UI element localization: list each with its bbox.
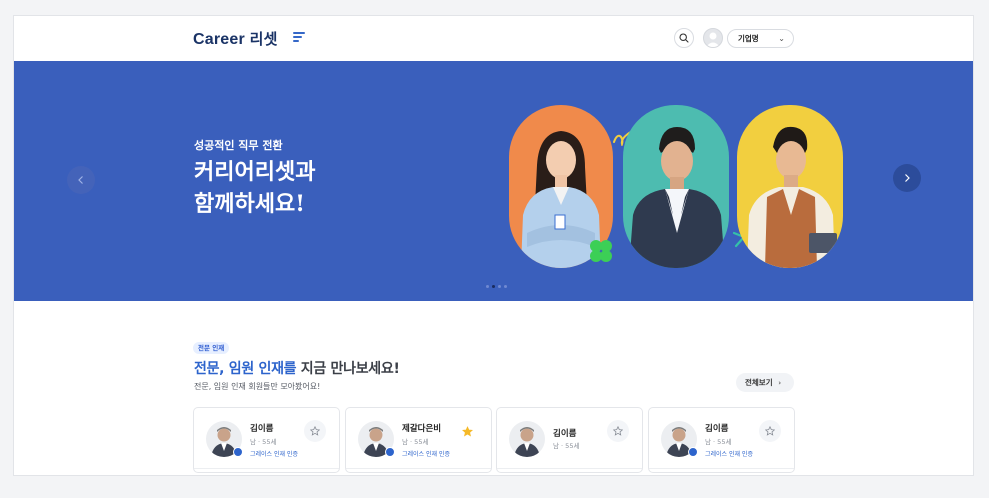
carousel-dot-2[interactable] — [492, 285, 495, 288]
carousel-next-button[interactable] — [893, 164, 921, 192]
chevron-left-icon — [78, 176, 83, 184]
card-divider — [649, 468, 794, 469]
hero-person-man-vest — [737, 105, 843, 268]
view-all-button[interactable]: 전체보기 › — [736, 373, 794, 392]
hero-title: 커리어리셋과 함께하세요! — [194, 156, 315, 220]
section-badge: 전문 인재 — [193, 342, 230, 354]
talent-card[interactable]: 김이름 남 · 55세 — [496, 407, 643, 473]
talent-meta: 남 · 55세 — [402, 438, 429, 446]
talent-card[interactable]: 김이름 남 · 55세 그레이스 인재 인증 — [193, 407, 340, 473]
verified-check-icon — [385, 447, 395, 457]
page-frame: Career 리셋 기업명 ⌄ 성공적인 직무 전환 커리어리셋과 함께하세요!… — [13, 15, 974, 476]
clover-decoration — [590, 240, 612, 262]
talent-verified-label: 그레이스 인재 인증 — [250, 451, 298, 458]
carousel-dot-1[interactable] — [486, 285, 489, 288]
company-select-value: 기업명 — [738, 34, 759, 43]
search-button[interactable] — [674, 28, 694, 48]
top-header: Career 리셋 기업명 ⌄ — [14, 16, 973, 61]
talent-verified-label: 그레이스 인재 인증 — [402, 451, 450, 458]
favorite-button[interactable] — [456, 420, 478, 442]
talent-meta: 남 · 55세 — [705, 438, 732, 446]
talent-name: 김이름 — [705, 424, 729, 434]
talent-name: 김이름 — [553, 429, 577, 439]
star-icon — [461, 425, 473, 436]
favorite-button[interactable] — [304, 420, 326, 442]
chevron-right-icon: › — [778, 379, 782, 387]
section-title-highlight: 전문, 임원 인재를 — [194, 361, 297, 377]
talent-meta: 남 · 55세 — [250, 438, 277, 446]
chevron-right-icon — [905, 174, 910, 182]
star-icon — [765, 426, 775, 436]
talent-meta: 남 · 55세 — [553, 442, 580, 450]
hero-subtitle: 성공적인 직무 전환 — [194, 139, 283, 152]
carousel-prev-button[interactable] — [67, 166, 95, 194]
section-title: 전문, 임원 인재를 지금 만나보세요! — [194, 358, 400, 378]
verified-check-icon — [233, 447, 243, 457]
hero-person-man-suit — [623, 105, 729, 268]
carousel-dots — [486, 285, 507, 288]
verified-check-icon — [688, 447, 698, 457]
favorite-button[interactable] — [759, 420, 781, 442]
avatar — [509, 421, 545, 457]
talent-name: 제갈다은비 — [402, 424, 442, 434]
carousel-dot-4[interactable] — [504, 285, 507, 288]
talent-card[interactable]: 제갈다은비 남 · 55세 그레이스 인재 인증 — [345, 407, 492, 473]
talent-section: 전문 인재 전문, 임원 인재를 지금 만나보세요! 전문, 임원 인재 회원들… — [14, 301, 973, 475]
menu-icon[interactable] — [293, 32, 307, 44]
chevron-down-icon: ⌄ — [778, 34, 785, 43]
star-icon — [310, 426, 320, 436]
hero-title-line-1: 커리어리셋과 — [194, 159, 316, 185]
talent-name: 김이름 — [250, 424, 274, 434]
logo-text-kr: 리셋 — [249, 30, 278, 48]
card-divider — [497, 468, 642, 469]
section-title-rest: 지금 만나보세요! — [296, 361, 400, 377]
user-icon — [706, 32, 720, 47]
talent-verified-label: 그레이스 인재 인증 — [705, 451, 753, 458]
card-divider — [194, 468, 339, 469]
favorite-button[interactable] — [607, 420, 629, 442]
carousel-dot-3[interactable] — [498, 285, 501, 288]
hero-title-line-2: 함께하세요! — [194, 191, 305, 217]
section-description: 전문, 임원 인재 회원들만 모아봤어요! — [194, 382, 321, 391]
card-divider — [346, 468, 491, 469]
user-avatar-button[interactable] — [703, 28, 723, 48]
search-icon — [679, 33, 689, 43]
talent-card[interactable]: 김이름 남 · 55세 그레이스 인재 인증 — [648, 407, 795, 473]
site-logo[interactable]: Career 리셋 — [193, 28, 278, 49]
star-icon — [613, 426, 623, 436]
hero-banner: 성공적인 직무 전환 커리어리셋과 함께하세요! — [14, 61, 973, 301]
logo-text-en: Career — [193, 31, 245, 48]
view-all-label: 전체보기 — [745, 378, 773, 387]
company-select[interactable]: 기업명 ⌄ — [727, 29, 794, 48]
